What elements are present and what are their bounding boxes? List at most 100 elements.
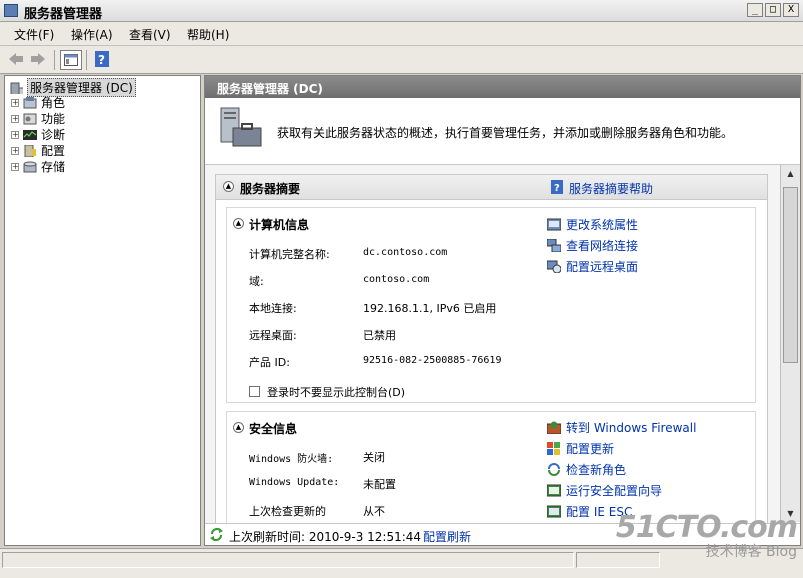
server-summary-panel: ▲ 服务器摘要 ? 服务器摘要帮助 ▲ 计算机信息 计算机完整名称: dc.co… [215, 174, 768, 534]
collapse-icon[interactable]: ▲ [223, 181, 234, 192]
expand-icon[interactable]: + [11, 114, 19, 123]
window-title: 服务器管理器 [24, 7, 103, 22]
server-manager-app-icon [4, 4, 18, 17]
task-configure-remote-desktop[interactable]: 配置远程桌面 [547, 258, 638, 275]
scroll-up-arrow-icon[interactable]: ▲ [784, 167, 797, 180]
vertical-scrollbar[interactable]: ▲ ▼ [780, 165, 800, 522]
status-cell [2, 552, 574, 568]
back-arrow-icon[interactable] [6, 50, 26, 68]
firewall-icon [547, 421, 561, 434]
task-link[interactable]: 更改系统属性 [566, 216, 638, 233]
last-update-check-value: 从不 [363, 505, 385, 518]
close-button[interactable]: X [783, 3, 799, 17]
svg-text:?: ? [554, 183, 560, 194]
task-change-system-properties[interactable]: 更改系统属性 [547, 216, 638, 233]
main-pane: 服务器管理器 (DC) 获取有关此服务器状态的概述，执行首要管理任务，并添加或删… [204, 75, 801, 546]
task-link[interactable]: 配置更新 [566, 440, 614, 457]
tree-item-label: 诊断 [41, 128, 66, 142]
window-controls: _ □ X [747, 3, 799, 17]
task-link[interactable]: 运行安全配置向导 [566, 482, 662, 499]
minimize-button[interactable]: _ [747, 3, 763, 17]
features-icon [23, 113, 37, 124]
main-header: 服务器管理器 (DC) [205, 76, 800, 98]
svg-text:?: ? [98, 53, 105, 67]
hide-console-label[interactable]: 登录时不要显示此控制台(D) [267, 384, 405, 400]
content-area: ▲ 服务器摘要 ? 服务器摘要帮助 ▲ 计算机信息 计算机完整名称: dc.co… [205, 165, 780, 534]
tree-item-roles[interactable]: + 角色 [11, 94, 65, 111]
tree-item-label: 功能 [41, 112, 66, 126]
menu-view[interactable]: 查看(V) [129, 26, 171, 43]
security-info-title: 安全信息 [249, 422, 298, 436]
hide-console-checkbox[interactable] [249, 386, 260, 397]
task-link[interactable]: 查看网络连接 [566, 237, 638, 254]
expand-icon[interactable]: + [11, 162, 19, 171]
toolbar-separator [54, 50, 55, 70]
task-check-new-roles[interactable]: 检查新角色 [547, 461, 626, 478]
system-properties-icon [547, 218, 561, 231]
tree-item-storage[interactable]: + 存储 [11, 158, 65, 175]
row-label: 域: [249, 275, 264, 288]
forward-arrow-icon[interactable] [28, 50, 48, 68]
tree-item-label: 配置 [41, 144, 66, 158]
diagnostics-icon [23, 129, 37, 140]
tree-item-features[interactable]: + 功能 [11, 110, 65, 127]
product-id-value: 92516-082-2500885-76619 [363, 355, 502, 366]
remote-desktop-value: 已禁用 [363, 329, 396, 342]
title-bar: 服务器管理器 _ □ X [0, 0, 803, 22]
security-wizard-icon [547, 484, 561, 497]
domain-value: contoso.com [363, 274, 430, 285]
expand-icon[interactable]: + [11, 98, 19, 107]
menu-bar: 文件(F) 操作(A) 查看(V) 帮助(H) [0, 22, 803, 46]
tree-item-configuration[interactable]: + 配置 [11, 142, 65, 159]
task-link[interactable]: 转到 Windows Firewall [566, 419, 696, 436]
configuration-icon [24, 144, 36, 157]
task-configure-updates[interactable]: 配置更新 [547, 440, 614, 457]
scrollbar-thumb[interactable] [783, 187, 798, 363]
row-label: 产品 ID: [249, 356, 290, 369]
expand-icon[interactable]: + [11, 146, 19, 155]
expand-icon[interactable]: + [11, 130, 19, 139]
intro-text: 获取有关此服务器状态的概述，执行首要管理任务，并添加或删除服务器角色和功能。 [277, 126, 734, 140]
tree-item-diagnostics[interactable]: + 诊断 [11, 126, 65, 143]
local-connection-value[interactable]: 192.168.1.1, IPv6 已启用 [363, 300, 496, 316]
task-run-security-configuration-wizard[interactable]: 运行安全配置向导 [547, 482, 662, 499]
windows-update-icon [547, 442, 560, 455]
help-icon[interactable]: ? [92, 50, 112, 68]
intro-section: 获取有关此服务器状态的概述，执行首要管理任务，并添加或删除服务器角色和功能。 [205, 98, 800, 165]
roles-icon [23, 96, 37, 108]
server-summary-help-link[interactable]: 服务器摘要帮助 [569, 180, 653, 197]
configure-refresh-link[interactable]: 配置刷新 [423, 528, 471, 545]
firewall-value[interactable]: 关闭 [363, 449, 385, 465]
refresh-icon [210, 527, 223, 542]
watermark: 51CTO.com 技术博客 Blog [615, 510, 798, 561]
computer-full-name-value: dc.contoso.com [363, 247, 448, 258]
maximize-button[interactable]: □ [765, 3, 781, 17]
server-summary-title: 服务器摘要 [240, 182, 301, 196]
collapse-icon[interactable]: ▲ [233, 422, 244, 433]
task-link[interactable]: 配置远程桌面 [566, 258, 638, 275]
row-label: Windows Update: [249, 477, 340, 488]
remote-desktop-icon [547, 260, 561, 273]
help-book-icon: ? [551, 180, 563, 194]
row-label: 上次检查更新的 [249, 505, 326, 518]
toolbar-separator [86, 50, 87, 70]
row-label: 计算机完整名称: [249, 248, 330, 261]
menu-help[interactable]: 帮助(H) [187, 26, 229, 43]
server-toolbox-icon [220, 107, 262, 147]
ie-esc-icon [547, 505, 561, 518]
task-link[interactable]: 检查新角色 [566, 461, 626, 478]
computer-info-title: 计算机信息 [249, 218, 310, 232]
menu-file[interactable]: 文件(F) [14, 26, 54, 43]
check-roles-icon [548, 463, 560, 476]
menu-action[interactable]: 操作(A) [71, 26, 113, 43]
server-icon [10, 82, 23, 94]
watermark-site: 51CTO.com [615, 510, 798, 545]
task-view-network-connections[interactable]: 查看网络连接 [547, 237, 638, 254]
server-summary-header: ▲ 服务器摘要 ? 服务器摘要帮助 [216, 175, 767, 200]
collapse-icon[interactable]: ▲ [233, 218, 244, 229]
tree-item-label: 存储 [41, 160, 66, 174]
windows-update-value[interactable]: 未配置 [363, 476, 396, 492]
watermark-blog-word: Blog [766, 544, 797, 560]
show-hide-console-tree-icon[interactable] [60, 50, 82, 70]
task-go-to-windows-firewall[interactable]: 转到 Windows Firewall [547, 419, 696, 436]
